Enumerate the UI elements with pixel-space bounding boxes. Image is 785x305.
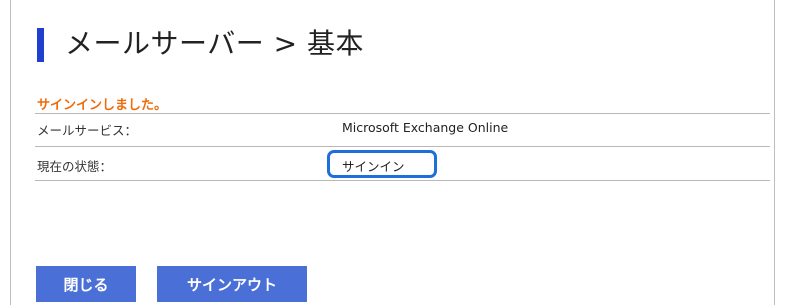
mail-service-value: Microsoft Exchange Online (342, 120, 509, 135)
row-divider (35, 113, 770, 114)
current-state-label: 現在の状態： (37, 159, 113, 174)
title-accent-bar (37, 28, 44, 62)
row-divider (35, 180, 770, 181)
row-divider (35, 146, 770, 147)
close-button[interactable]: 閉じる (36, 266, 136, 302)
current-state-highlight (327, 150, 437, 178)
signin-status-message: サインインしました。 (37, 98, 168, 113)
sign-out-button[interactable]: サインアウト (157, 266, 307, 302)
mail-service-label: メールサービス： (37, 123, 138, 138)
mail-server-panel: メールサーバー > 基本 サインインしました。 メールサービス： Microso… (10, 0, 775, 305)
page-title: メールサーバー > 基本 (65, 27, 364, 60)
